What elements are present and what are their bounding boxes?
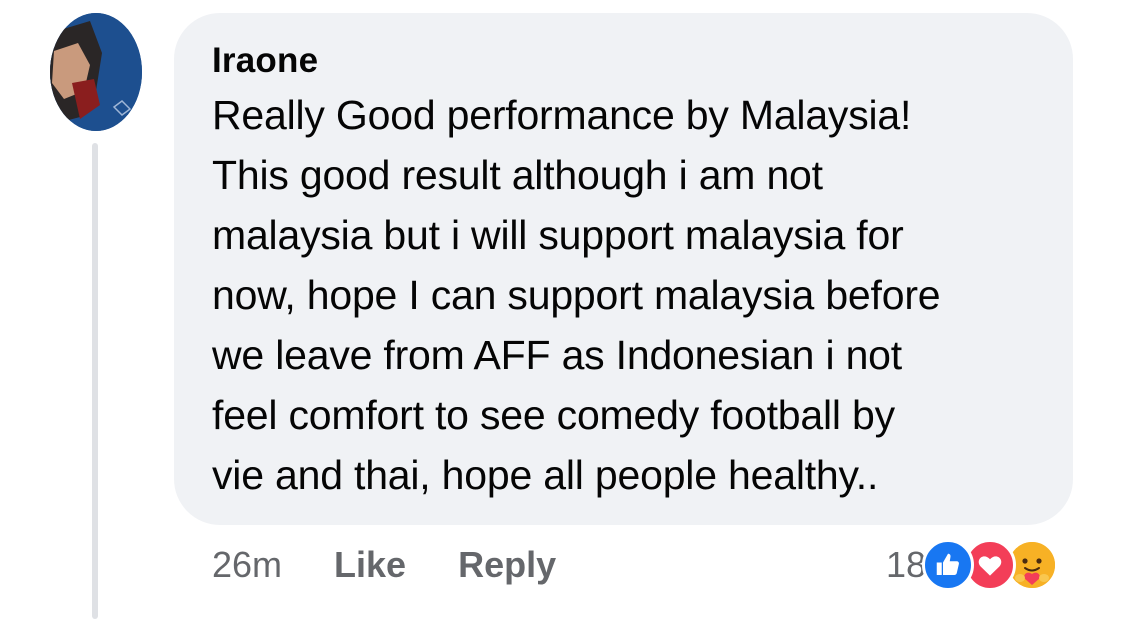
avatar[interactable] [50,13,142,131]
reply-thread-line [92,143,98,619]
comment-text: Really Good performance by Malaysia! Thi… [212,92,941,498]
comment-bubble: Iraone Really Good performance by Malays… [174,13,1073,525]
reaction-summary[interactable]: 18 [886,538,1059,592]
reply-button[interactable]: Reply [458,544,556,586]
reaction-count: 18 [886,544,927,585]
comment-author[interactable]: Iraone [212,39,1043,83]
comment-thread: Iraone Really Good performance by Malays… [0,0,1125,619]
like-icon [922,539,975,591]
comment-timestamp[interactable]: 26m [212,544,282,586]
avatar-image [50,13,142,131]
comment-actions: 26m Like Reply [212,540,556,590]
like-button[interactable]: Like [334,544,406,586]
